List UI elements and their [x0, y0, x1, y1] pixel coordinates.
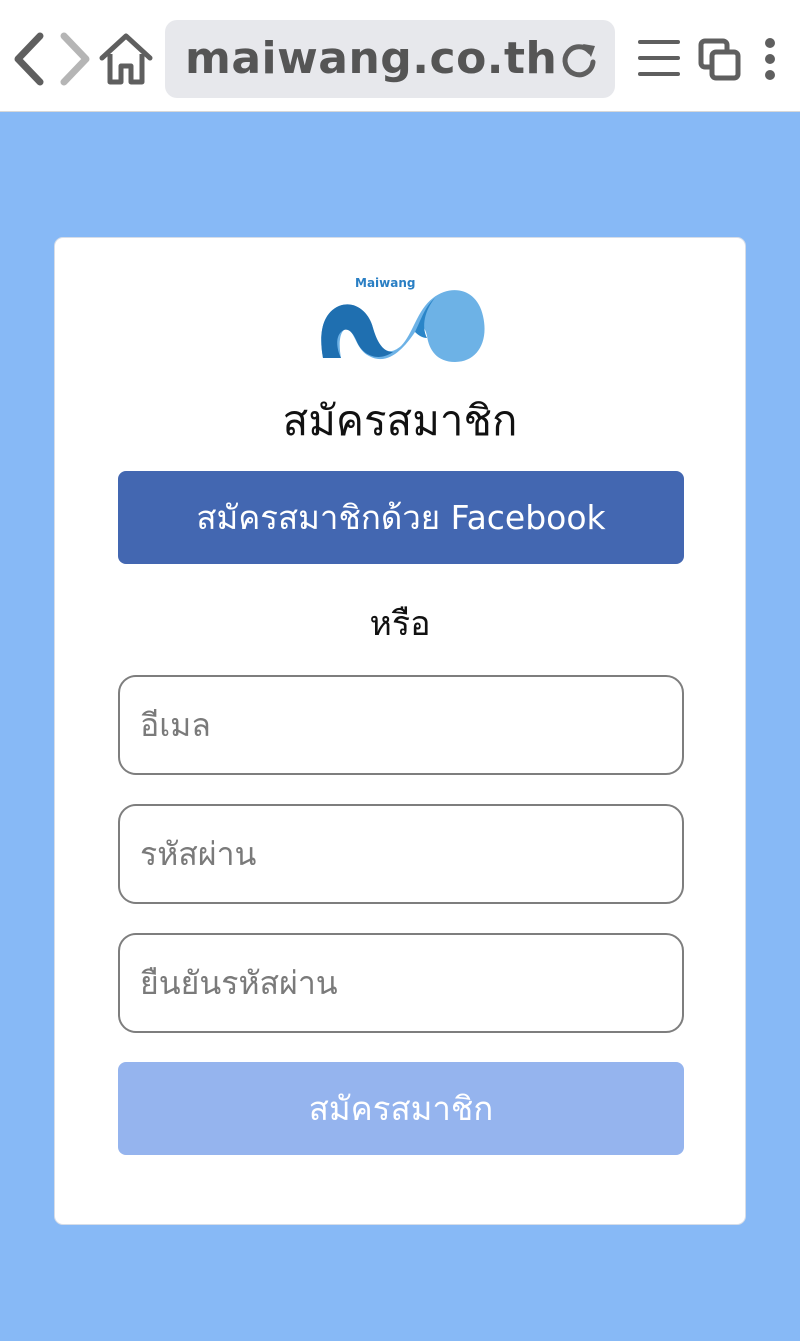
menu-icon[interactable] — [636, 36, 682, 84]
facebook-signup-button[interactable]: สมัครสมาชิกด้วย Facebook — [118, 471, 684, 564]
password-field-wrapper — [118, 804, 684, 904]
logo-text: Maiwang — [355, 276, 416, 290]
browser-toolbar: maiwang.co.th — [0, 0, 800, 112]
more-icon[interactable] — [760, 36, 780, 86]
home-icon[interactable] — [98, 30, 154, 88]
address-bar[interactable]: maiwang.co.th — [165, 20, 615, 98]
or-divider: หรือ — [369, 604, 431, 644]
signup-submit-button[interactable]: สมัครสมาชิก — [118, 1062, 684, 1155]
maiwang-logo: Maiwang — [317, 276, 487, 366]
page-title: สมัครสมาชิก — [282, 396, 518, 445]
email-field-wrapper — [118, 675, 684, 775]
register-card: Maiwang สมัครสมาชิก สมัครสมาชิกด้วย Face… — [54, 237, 746, 1225]
forward-icon[interactable] — [52, 30, 96, 88]
password-field[interactable] — [120, 806, 682, 902]
reload-icon[interactable] — [559, 40, 599, 80]
confirm-password-field[interactable] — [120, 935, 682, 1031]
url-text: maiwang.co.th — [185, 33, 558, 84]
confirm-password-field-wrapper — [118, 933, 684, 1033]
email-field[interactable] — [120, 677, 682, 773]
back-icon[interactable] — [8, 30, 52, 88]
tabs-icon[interactable] — [698, 38, 742, 86]
